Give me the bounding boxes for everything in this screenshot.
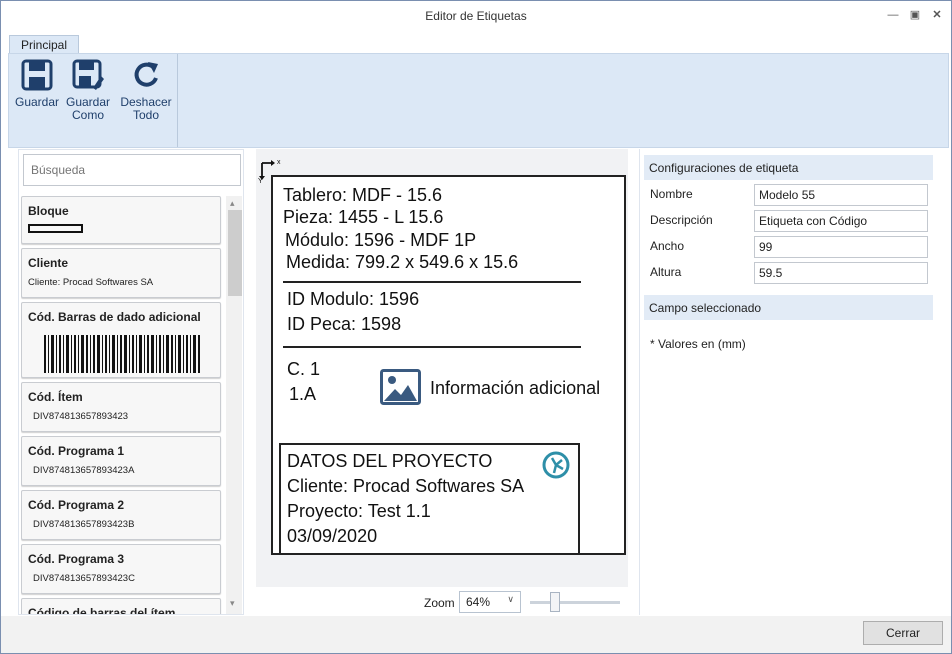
block-preview [28,224,83,233]
divider[interactable] [283,346,581,348]
altura-input[interactable] [754,262,928,284]
chevron-down-icon: ∨ [507,594,514,604]
label-line-pieza[interactable]: Pieza: 1455 - L 15.6 [283,207,443,228]
field-cod-programa-3[interactable]: Cód. Programa 3 DIV874813657893423C [21,544,221,594]
properties-panel: Configuraciones de etiqueta Nombre Descr… [639,149,951,615]
project-date[interactable]: 03/09/2020 [287,526,377,547]
zoom-select[interactable]: 64% ∨ [459,591,521,613]
section-label-settings: Configuraciones de etiqueta [644,155,933,180]
zoom-slider-thumb[interactable] [550,592,560,612]
field-codigo-barras-item[interactable]: Código de barras del ítem [21,598,221,614]
image-icon[interactable] [380,369,421,405]
barcode-preview [44,335,200,373]
field-value: DIV874813657893423A [33,465,135,476]
field-cod-barras-adicional[interactable]: Cód. Barras de dado adicional [21,302,221,378]
section-selected-field: Campo seleccionado [644,295,933,320]
save-as-button[interactable]: Guardar Como [64,58,112,122]
label-line-tablero[interactable]: Tablero: MDF - 15.6 [283,185,442,206]
field-title: Cód. Programa 3 [28,552,125,566]
project-client[interactable]: Cliente: Procad Softwares SA [287,476,524,497]
prop-label-altura: Altura [650,265,682,279]
label-line-id-modulo[interactable]: ID Modulo: 1596 [287,289,419,310]
footer-bar: Cerrar [1,616,951,653]
field-title: Cliente [28,256,69,270]
field-value: DIV874813657893423C [33,573,135,584]
label-line-1a[interactable]: 1.A [289,384,316,405]
zoom-value: 64% [466,595,491,609]
minimize-icon[interactable]: — [885,7,901,23]
divider[interactable] [283,281,581,283]
additional-info-text[interactable]: Información adicional [430,378,600,399]
logo-icon[interactable] [542,451,570,479]
save-button[interactable]: Guardar [14,58,60,109]
zoom-label: Zoom [424,596,455,610]
save-button-label: Guardar [14,95,60,109]
field-title: Bloque [28,204,69,218]
prop-label-nombre: Nombre [650,187,693,201]
tab-principal[interactable]: Principal [9,35,79,55]
field-title: Cód. Programa 1 [28,444,125,458]
label-line-modulo[interactable]: Módulo: 1596 - MDF 1P [285,230,476,251]
search-input[interactable] [23,154,241,186]
close-icon[interactable]: ✕ [929,7,945,23]
window-title: Editor de Etiquetas [425,9,527,23]
field-cod-item[interactable]: Cód. Ítem DIV874813657893423 [21,382,221,432]
field-cod-programa-1[interactable]: Cód. Programa 1 DIV874813657893423A [21,436,221,486]
project-block[interactable]: DATOS DEL PROYECTO Cliente: Procad Softw… [279,443,580,555]
editor-window: Editor de Etiquetas — ▣ ✕ Principal Guar… [0,0,952,654]
units-note: * Valores en (mm) [650,337,746,351]
label-line-c1[interactable]: C. 1 [287,359,320,380]
prop-label-ancho: Ancho [650,239,685,253]
maximize-icon[interactable]: ▣ [907,7,923,23]
origin-y-label: Y [258,178,263,185]
label-line-medida[interactable]: Medida: 799.2 x 549.6 x 15.6 [286,252,518,273]
label-line-id-peca[interactable]: ID Peca: 1598 [287,314,401,335]
label-canvas: x Y Tablero: MDF - 15.6 Pieza: 1455 - L … [256,149,628,587]
undo-all-button[interactable]: Deshacer Todo [119,58,173,122]
undo-all-label-2: Todo [132,108,160,122]
ribbon: Guardar Guardar Como Deshacer Todo [8,53,949,148]
descripcion-input[interactable] [754,210,928,232]
ribbon-tabs: Principal [1,32,951,55]
undo-all-icon [134,62,158,87]
field-value: DIV874813657893423 [33,411,129,422]
field-title: Código de barras del ítem [28,606,176,614]
save-icon [21,59,53,91]
fields-list: Bloque Cliente Cliente: Procad Softwares… [21,196,223,614]
project-name[interactable]: Proyecto: Test 1.1 [287,501,431,522]
field-cod-programa-2[interactable]: Cód. Programa 2 DIV874813657893423B [21,490,221,540]
field-title: Cód. Programa 2 [28,498,125,512]
scroll-up-icon[interactable]: ▴ [230,198,235,209]
field-value: Cliente: Procad Softwares SA [28,277,154,288]
nombre-input[interactable] [754,184,928,206]
title-bar: Editor de Etiquetas — ▣ ✕ [1,1,951,32]
scrollbar-thumb[interactable] [228,210,242,296]
field-title: Cód. Barras de dado adicional [28,310,201,324]
ancho-input[interactable] [754,236,928,258]
prop-label-descripcion: Descripción [650,213,713,227]
save-as-icon [72,59,104,90]
field-value: DIV874813657893423B [33,519,135,530]
fields-panel: Bloque Cliente Cliente: Procad Softwares… [18,149,244,615]
project-title[interactable]: DATOS DEL PROYECTO [287,451,492,472]
fields-scrollbar[interactable]: ▴ ▾ [226,196,242,614]
close-button[interactable]: Cerrar [863,621,943,645]
zoom-slider-track[interactable] [530,601,620,604]
field-cliente[interactable]: Cliente Cliente: Procad Softwares SA [21,248,221,298]
field-title: Cód. Ítem [28,390,83,404]
scroll-down-icon[interactable]: ▾ [230,598,235,609]
label-preview[interactable]: Tablero: MDF - 15.6 Pieza: 1455 - L 15.6… [271,175,626,555]
field-bloque[interactable]: Bloque [21,196,221,244]
origin-x-label: x [277,159,281,166]
save-as-label-2: Como [71,108,104,122]
ribbon-group-file: Guardar Guardar Como Deshacer Todo [9,54,178,147]
